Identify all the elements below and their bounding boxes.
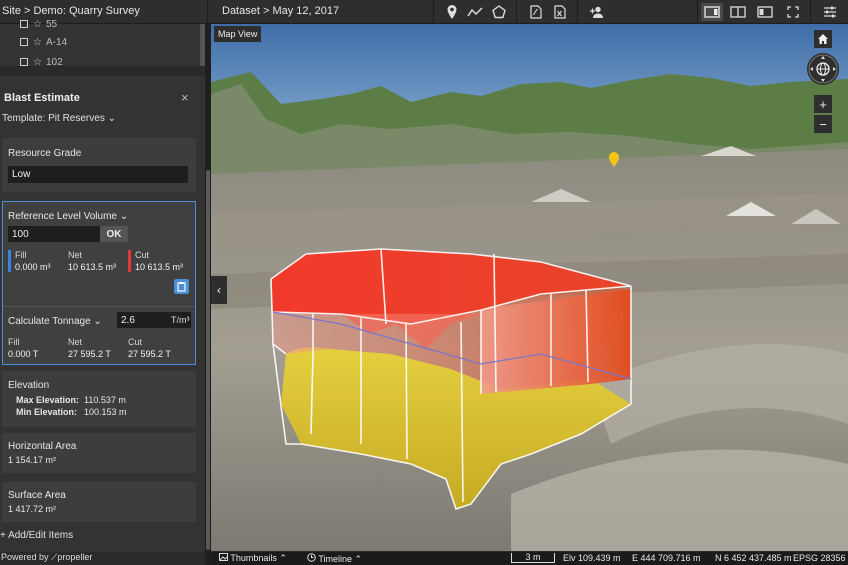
copy-button[interactable] [174, 279, 189, 294]
layer-item[interactable]: ☆ A-14 [20, 34, 67, 50]
timeline-toggle[interactable]: Timeline ⌃ [307, 553, 362, 565]
tonnage-net-label: Net [68, 337, 83, 347]
max-elevation-value: 110.537 m [84, 395, 126, 405]
tonnage-cut-label: Cut [128, 337, 143, 347]
template-dropdown[interactable]: Template: Pit Reserves ⌄ [2, 113, 116, 124]
top-bar: Site > Demo: Quarry Survey Dataset > May… [0, 0, 848, 24]
resource-grade-card: Resource Grade [2, 138, 196, 192]
surface-area-card: Surface Area 1 417.72 m² [2, 482, 196, 522]
fill-label: Fill [15, 250, 27, 260]
checkbox[interactable] [20, 38, 28, 46]
add-edit-items-link[interactable]: + Add/Edit Items [0, 530, 73, 541]
navigation-compass[interactable] [807, 53, 839, 85]
fullscreen-icon[interactable] [784, 3, 802, 21]
topbar-divider [697, 0, 698, 24]
topbar-divider [433, 0, 434, 24]
star-icon[interactable]: ☆ [33, 19, 42, 30]
ok-button[interactable]: OK [100, 226, 128, 242]
collapse-panel-button[interactable]: ‹ [211, 276, 227, 304]
min-elevation-label: Min Elevation: [16, 407, 78, 417]
clock-icon [307, 553, 316, 562]
pdf-icon[interactable] [527, 3, 545, 21]
surface-area-value: 1 417.72 m² [8, 504, 57, 514]
compare-icon[interactable] [756, 3, 774, 21]
max-elevation-label: Max Elevation: [16, 395, 80, 405]
terrain-scene[interactable] [211, 24, 848, 551]
map-3d-view[interactable] [211, 24, 848, 551]
map-view-button[interactable]: Map View [214, 26, 262, 42]
density-unit: T/m³ [171, 315, 190, 325]
tonnage-fill-label: Fill [8, 337, 20, 347]
excel-icon[interactable] [551, 3, 569, 21]
cut-label: Cut [135, 250, 150, 260]
horizontal-area-label: Horizontal Area [8, 441, 77, 452]
two-pane-icon[interactable] [729, 3, 747, 21]
horizontal-area-value: 1 154.17 m² [8, 455, 57, 465]
northing-readout: N 6 452 437.485 m [715, 553, 792, 563]
image-icon [219, 553, 228, 561]
section-divider [3, 306, 195, 307]
reference-level-input[interactable] [8, 226, 100, 242]
cut-indicator [128, 250, 131, 272]
epsg-readout: EPSG 28356 [793, 553, 846, 563]
pin-icon[interactable] [443, 3, 461, 21]
clipboard-icon [177, 282, 186, 292]
scale-bar: 3 m [511, 553, 555, 563]
topbar-divider [577, 0, 578, 24]
checkbox[interactable] [20, 58, 28, 66]
net-value: 10 613.5 m³ [68, 262, 117, 272]
panel-divider [0, 66, 205, 76]
layer-label: 55 [45, 18, 58, 30]
layer-item[interactable]: ☆ 55 [20, 16, 57, 32]
close-icon[interactable]: × [181, 90, 189, 105]
elevation-label: Elevation [8, 380, 50, 391]
polygon-icon[interactable] [490, 3, 508, 21]
fill-value: 0.000 m³ [15, 262, 51, 272]
sidebar: ☆ 55 ☆ A-14 ☆ 102 Blast Estimate × Templ… [0, 19, 205, 552]
tonnage-dropdown[interactable]: Calculate Tonnage ⌄ [8, 316, 102, 327]
home-button[interactable] [814, 30, 832, 48]
topbar-divider [207, 0, 208, 24]
split-view-icon[interactable] [701, 3, 723, 21]
thumbnails-label: Thumbnails ⌃ [230, 553, 287, 563]
net-label: Net [68, 250, 83, 260]
volume-card: Reference Level Volume ⌄ OK Fill 0.000 m… [2, 201, 196, 365]
fill-indicator [8, 250, 11, 272]
topbar-divider [810, 0, 811, 24]
zoom-in-button[interactable]: + [814, 95, 832, 113]
min-elevation-value: 100.153 m [84, 407, 127, 417]
polyline-icon[interactable] [466, 3, 484, 21]
tonnage-fill-value: 0.000 T [8, 349, 39, 359]
resource-grade-label: Resource Grade [8, 148, 82, 159]
zoom-out-button[interactable]: − [814, 115, 832, 133]
thumbnails-toggle[interactable]: Thumbnails ⌃ [219, 553, 287, 564]
horizontal-area-card: Horizontal Area 1 154.17 m² [2, 433, 196, 473]
easting-readout: E 444 709.716 m [632, 553, 701, 563]
resource-grade-input[interactable] [8, 166, 188, 183]
home-icon [818, 34, 828, 44]
density-value: 2.6 [121, 314, 135, 326]
powered-by[interactable]: Powered by ⟋propeller [0, 552, 205, 565]
panel-title: Blast Estimate [4, 92, 80, 104]
cut-value: 10 613.5 m³ [135, 262, 184, 272]
timeline-label: Timeline ⌃ [318, 554, 363, 564]
elevation-card: Elevation Max Elevation: 110.537 m Min E… [2, 371, 196, 427]
status-bar: Thumbnails ⌃ Timeline ⌃ 3 m Elv 109.439 … [211, 552, 848, 565]
tonnage-net-value: 27 595.2 T [68, 349, 111, 359]
tonnage-cut-value: 27 595.2 T [128, 349, 171, 359]
surface-area-label: Surface Area [8, 490, 66, 501]
dataset-breadcrumb[interactable]: Dataset > May 12, 2017 [222, 5, 339, 17]
add-user-icon[interactable] [588, 3, 606, 21]
elevation-readout: Elv 109.439 m [563, 553, 621, 563]
volume-mode-dropdown[interactable]: Reference Level Volume ⌄ [8, 211, 128, 222]
sidebar-scrollbar-thumb[interactable] [206, 170, 210, 550]
settings-sliders-icon[interactable] [821, 3, 839, 21]
checkbox[interactable] [20, 20, 28, 28]
layer-label: A-14 [45, 36, 68, 48]
star-icon[interactable]: ☆ [33, 37, 42, 48]
topbar-divider [516, 0, 517, 24]
globe-compass-icon [808, 54, 838, 84]
